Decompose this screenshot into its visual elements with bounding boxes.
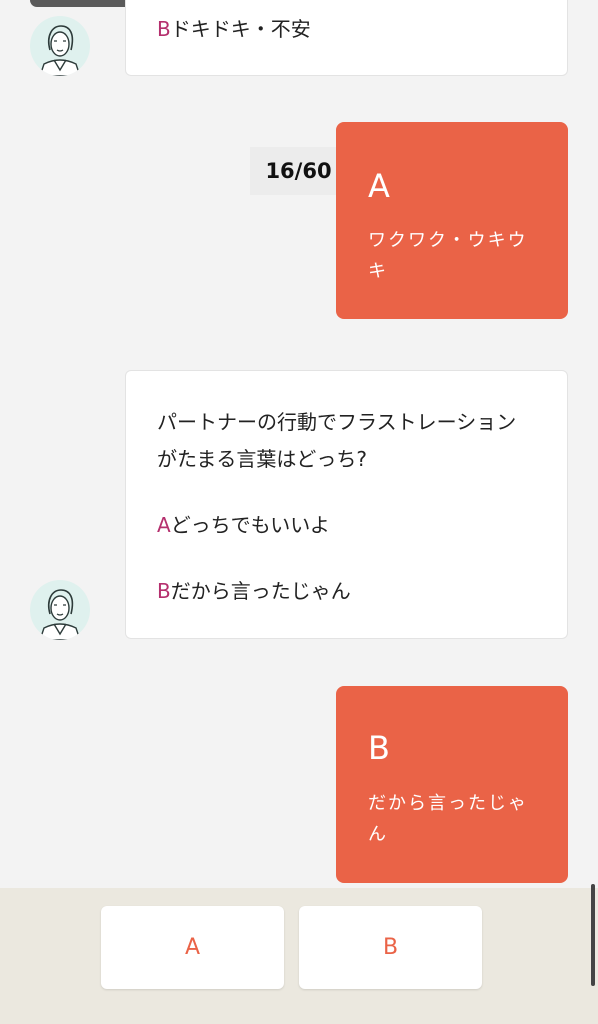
avatar <box>30 580 90 640</box>
option-b: Bドキドキ・不安 <box>157 12 547 46</box>
option-b-text: ドキドキ・不安 <box>170 17 311 41</box>
avatar <box>30 16 90 76</box>
answer-bubble: B だから言ったじゃん <box>336 686 568 883</box>
option-a-text: どっちでもいいよ <box>170 513 330 537</box>
option-a: Aどっちでもいいよ <box>157 508 547 542</box>
option-a-letter: A <box>157 513 171 537</box>
answer-letter: B <box>368 729 390 767</box>
question-line-1: パートナーの行動でフラストレーション <box>157 410 517 434</box>
question-line-2: がたまる言葉はどっち? <box>157 447 368 471</box>
person-icon <box>39 589 81 640</box>
answer-letter: A <box>368 167 390 205</box>
question-bubble-previous: Bドキドキ・不安 <box>125 0 568 76</box>
answer-bubble-previous: A ワクワク・ウキウキ <box>336 122 568 319</box>
option-b: Bだから言ったじゃん <box>157 574 547 608</box>
question-bubble: パートナーの行動でフラストレーション がたまる言葉はどっち? Aどっちでもいいよ… <box>125 370 568 639</box>
answer-text: ワクワク・ウキウキ <box>368 230 528 282</box>
progress-counter: 16/60 <box>250 147 347 195</box>
option-b-letter: B <box>157 17 171 41</box>
choice-b-button[interactable]: B <box>299 906 482 989</box>
answer-text: だから言ったじゃん <box>368 793 528 845</box>
option-b-text: だから言ったじゃん <box>170 579 351 603</box>
choice-a-button[interactable]: A <box>101 906 284 989</box>
option-b-letter: B <box>157 579 171 603</box>
choice-bar: A B <box>0 888 598 1024</box>
person-icon <box>39 25 81 76</box>
scrollbar[interactable] <box>591 884 595 986</box>
